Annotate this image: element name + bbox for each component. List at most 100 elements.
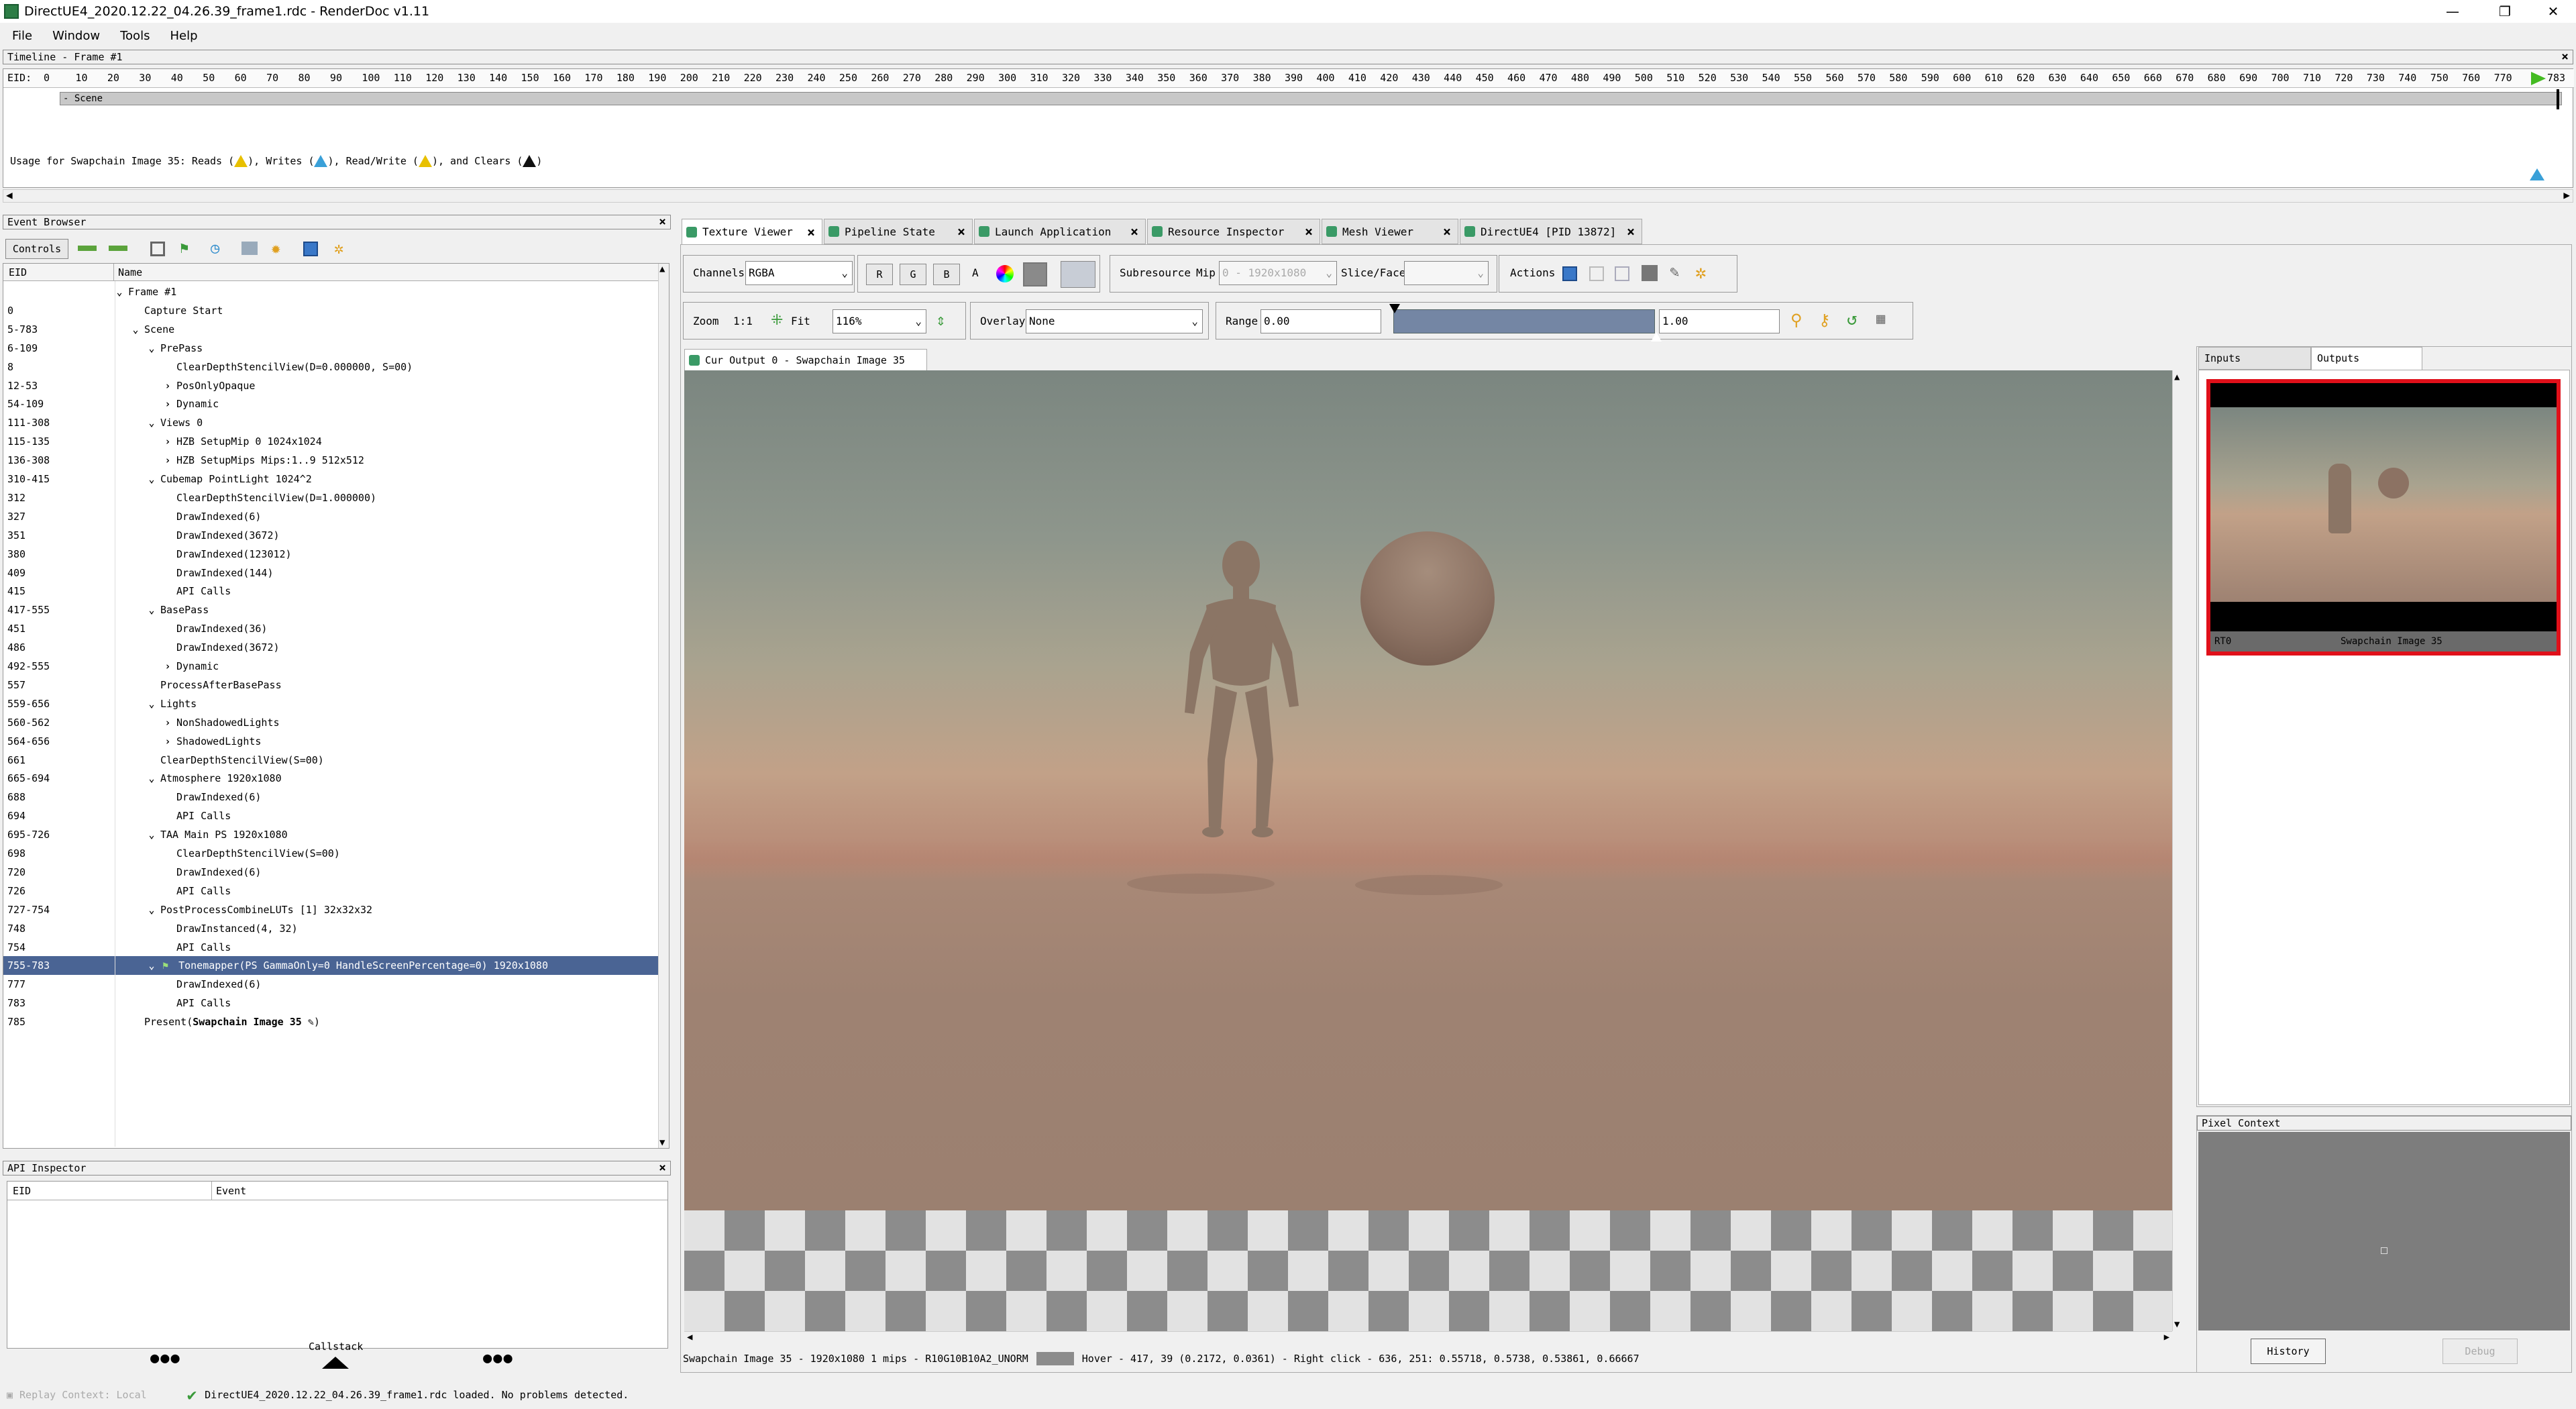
callstack-left-dots[interactable]: ●●● <box>150 1350 181 1367</box>
event-tree-scrollbar[interactable]: ▲ ▼ <box>658 264 669 1148</box>
event-row[interactable]: ⌄ Frame #1 <box>3 282 658 301</box>
colorize-icon[interactable]: ✹ <box>271 239 280 258</box>
save-texture-icon[interactable] <box>1562 266 1577 281</box>
col-name[interactable]: Name <box>113 264 142 281</box>
close-icon[interactable]: × <box>957 223 965 240</box>
overlay-select[interactable]: None ⌄ <box>1026 309 1203 333</box>
mip-select[interactable]: 0 - 1920x1080 ⌄ <box>1219 261 1337 285</box>
event-row[interactable]: 557 ProcessAfterBasePass <box>3 676 658 694</box>
event-row[interactable]: 783 API Calls <box>3 994 658 1012</box>
settings-gear-icon[interactable]: ✲ <box>334 239 343 258</box>
viewport-vscrollbar[interactable]: ▲ ▼ <box>2172 370 2186 1331</box>
event-row[interactable]: 785 Present(Swapchain Image 35 ✎) <box>3 1012 658 1031</box>
timing-clock-icon[interactable]: ◷ <box>211 240 219 257</box>
inputs-tab[interactable]: Inputs <box>2198 347 2311 370</box>
event-row[interactable]: 115-135 › HZB SetupMip 0 1024x1024 <box>3 432 658 451</box>
chevron-down-icon[interactable]: ⌄ <box>147 601 156 619</box>
texture-viewport[interactable] <box>684 370 2172 1210</box>
event-row[interactable]: 560-562 › NonShadowedLights <box>3 713 658 732</box>
range-max-handle[interactable] <box>1651 332 1662 342</box>
event-row[interactable]: 415 API Calls <box>3 582 658 601</box>
close-icon[interactable]: × <box>659 1161 666 1175</box>
outputs-tab[interactable]: Outputs <box>2311 347 2422 371</box>
event-row[interactable]: 310-415 ⌄ Cubemap PointLight 1024^2 <box>3 470 658 488</box>
event-row[interactable]: 5-783 ⌄ Scene <box>3 320 658 339</box>
chevron-right-icon[interactable]: › <box>163 395 172 413</box>
close-icon[interactable]: × <box>807 224 815 240</box>
chevron-down-icon[interactable]: ⌄ <box>115 282 124 301</box>
tab-directue4-pid-13872[interactable]: DirectUE4 [PID 13872] × <box>1460 219 1642 244</box>
event-row[interactable]: 665-694 ⌄ Atmosphere 1920x1080 <box>3 769 658 788</box>
present-resource-link[interactable]: Swapchain Image 35 <box>193 1016 302 1028</box>
close-icon[interactable]: × <box>1305 223 1313 240</box>
blue-channel-toggle[interactable]: B <box>933 264 960 285</box>
api-col-event[interactable]: Event <box>211 1182 246 1200</box>
event-row[interactable]: 380 DrawIndexed(123012) <box>3 545 658 564</box>
event-row[interactable]: 351 DrawIndexed(3672) <box>3 526 658 545</box>
event-tree[interactable]: EID Name ⌄ Frame #1 0 Capture Start 5-783 ⌄ Sc… <box>3 263 669 1149</box>
auto-fit-range-icon[interactable]: ⚷ <box>1819 311 1831 329</box>
viewport-hscrollbar[interactable]: ◀ ▶ <box>684 1331 2172 1345</box>
reset-range-icon[interactable]: ↺ <box>1847 309 1858 329</box>
event-row[interactable]: 726 API Calls <box>3 882 658 900</box>
fit-icon[interactable]: ⁜ <box>771 312 783 329</box>
event-row[interactable]: 409 DrawIndexed(144) <box>3 564 658 582</box>
cur-output-tab[interactable]: Cur Output 0 - Swapchain Image 35 <box>684 349 927 370</box>
event-row[interactable]: 417-555 ⌄ BasePass <box>3 601 658 619</box>
event-row[interactable]: 12-53 › PosOnlyOpaque <box>3 376 658 395</box>
chevron-down-icon[interactable]: ⌄ <box>147 413 156 432</box>
replay-context-label[interactable]: Replay Context: Local <box>19 1389 147 1401</box>
chevron-right-icon[interactable]: › <box>163 713 172 732</box>
event-row[interactable]: 54-109 › Dynamic <box>3 395 658 413</box>
event-row[interactable]: 777 DrawIndexed(6) <box>3 975 658 994</box>
event-row[interactable]: 754 API Calls <box>3 938 658 957</box>
scroll-up-icon[interactable]: ▲ <box>2174 372 2180 382</box>
scroll-left-icon[interactable]: ◀ <box>6 189 13 201</box>
event-row[interactable]: 0 Capture Start <box>3 301 658 320</box>
resource-link-icon[interactable]: ✎ <box>302 1016 314 1028</box>
scroll-right-icon[interactable]: ▶ <box>2563 189 2570 201</box>
range-histogram-bar[interactable] <box>1393 309 1655 333</box>
event-row[interactable]: 451 DrawIndexed(36) <box>3 619 658 638</box>
fit-button[interactable]: Fit <box>791 315 810 327</box>
close-icon[interactable]: × <box>1627 223 1635 240</box>
event-row[interactable]: 564-656 › ShadowedLights <box>3 732 658 751</box>
chevron-right-icon[interactable]: › <box>163 657 172 676</box>
timeline-scene-bar[interactable]: - Scene <box>60 92 2562 105</box>
view-contents-icon[interactable] <box>1615 266 1629 281</box>
slice-face-select[interactable]: ⌄ <box>1404 261 1489 285</box>
event-row[interactable]: 755-783 ⌄ ⚑ Tonemapper(PS GammaOnly=0 Han… <box>3 956 658 976</box>
zoom-1to1-button[interactable]: 1:1 <box>733 315 753 327</box>
close-icon[interactable]: × <box>2561 50 2569 64</box>
zoom-select[interactable]: 116% ⌄ <box>833 309 926 333</box>
menu-help[interactable]: Help <box>170 29 197 43</box>
col-eid[interactable]: EID <box>9 264 27 281</box>
event-row[interactable]: 327 DrawIndexed(6) <box>3 507 658 526</box>
event-row[interactable]: 661 ClearDepthStencilView(S=00) <box>3 751 658 770</box>
green-channel-toggle[interactable]: G <box>900 264 926 285</box>
chevron-down-icon[interactable]: ⌄ <box>147 900 156 919</box>
timeline-scrollbar[interactable]: ◀ ▶ <box>3 189 2573 203</box>
thumbnail-rt0[interactable]: RT0 Swapchain Image 35 <box>2206 379 2561 656</box>
next-action-icon[interactable] <box>109 246 127 251</box>
range-max-input[interactable]: 1.00 <box>1659 309 1780 333</box>
event-row[interactable]: 727-754 ⌄ PostProcessCombineLUTs [1] 32x32… <box>3 900 658 919</box>
chevron-down-icon[interactable]: ⌄ <box>131 320 140 339</box>
controls-button[interactable]: Controls <box>5 239 68 259</box>
tab-pipeline-state[interactable]: Pipeline State × <box>824 219 973 244</box>
chevron-right-icon[interactable]: › <box>163 376 172 395</box>
close-window-button[interactable]: ✕ <box>2530 0 2576 23</box>
api-col-eid[interactable]: EID <box>13 1182 31 1200</box>
scroll-down-icon[interactable]: ▼ <box>2174 1319 2180 1330</box>
alpha-channel-toggle[interactable]: A <box>972 266 979 279</box>
chevron-down-icon[interactable]: ⌄ <box>147 339 156 358</box>
chevron-right-icon[interactable]: › <box>163 451 172 470</box>
prev-action-icon[interactable] <box>78 246 97 251</box>
api-inspector-table[interactable]: EID Event <box>7 1181 668 1349</box>
tab-launch-application[interactable]: Launch Application × <box>974 219 1146 244</box>
scroll-down-icon[interactable]: ▼ <box>659 1137 665 1148</box>
history-button[interactable]: History <box>2251 1339 2326 1364</box>
menu-file[interactable]: File <box>12 29 32 43</box>
event-row[interactable]: 312 ClearDepthStencilView(D=1.000000) <box>3 488 658 507</box>
bg-color-swatch[interactable] <box>1061 261 1095 288</box>
